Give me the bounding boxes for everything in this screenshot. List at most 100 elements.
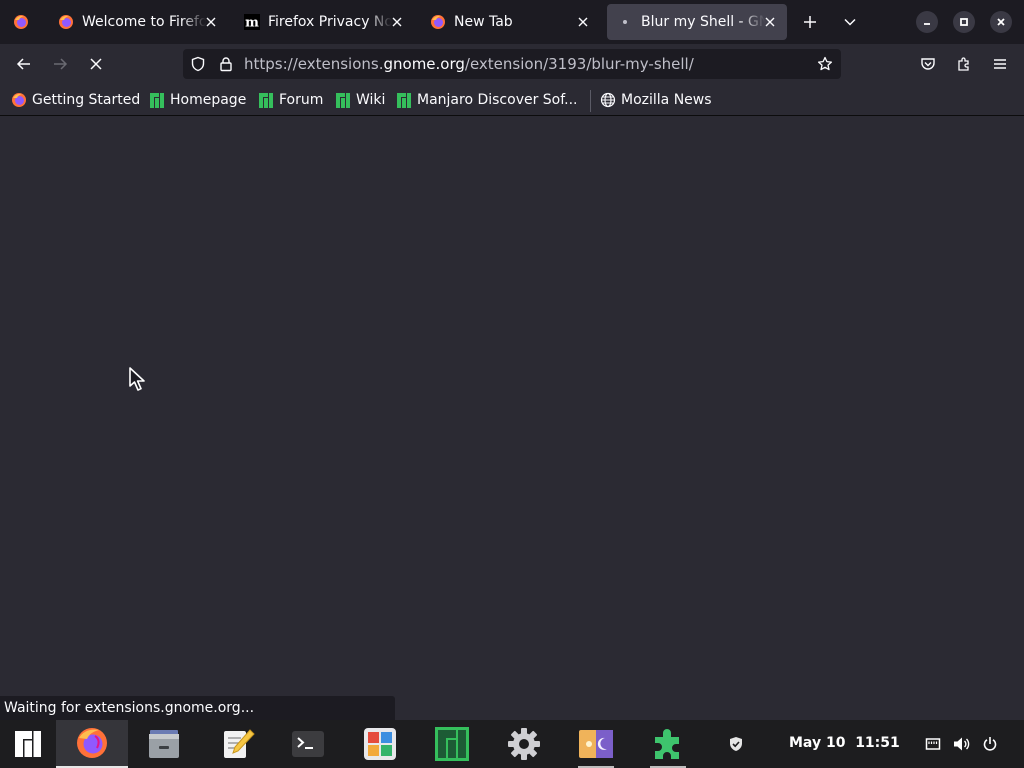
maximize-button[interactable] <box>953 11 975 33</box>
firefox-icon <box>14 15 28 29</box>
forward-arrow-icon <box>54 58 68 70</box>
globe-icon <box>600 92 616 108</box>
tab-label: Firefox Privacy Notice <box>268 14 392 30</box>
extensions-icon <box>655 729 679 759</box>
hamburger-menu-icon <box>994 59 1006 69</box>
vpn-shield-icon[interactable] <box>726 734 746 754</box>
bookmark-label: Getting Started <box>32 92 141 108</box>
tab-strip: Welcome to Firefox m Firefox Privacy Not… <box>0 0 1024 44</box>
taskbar-settings[interactable] <box>488 720 560 768</box>
clock-date: May 10 <box>789 735 846 751</box>
bookmark-manjaro-discover[interactable]: Manjaro Discover Sof... <box>396 90 578 110</box>
power-icon[interactable] <box>980 734 1000 754</box>
mozilla-m-icon: m <box>244 14 260 30</box>
activities-button[interactable] <box>0 720 56 768</box>
url-prefix: https://extensions. <box>244 55 384 73</box>
address-bar[interactable]: https://extensions.gnome.org/extension/3… <box>183 49 841 79</box>
tab-label: Blur my Shell - GNOME Shell Extensions <box>641 14 765 30</box>
taskbar-text-editor[interactable] <box>202 720 274 768</box>
close-icon[interactable] <box>388 13 406 31</box>
taskbar-extensions[interactable] <box>632 720 704 768</box>
tab-label: New Tab <box>454 14 513 30</box>
minimize-icon <box>924 23 930 25</box>
lock-icon[interactable] <box>217 55 235 73</box>
chevron-down-icon <box>844 18 856 26</box>
tab-blur-my-shell[interactable]: Blur my Shell - GNOME Shell Extensions <box>607 4 787 40</box>
stop-button[interactable] <box>82 50 110 78</box>
forward-button[interactable] <box>46 50 74 78</box>
stop-icon <box>90 58 102 70</box>
url-path: /extension/3193/blur-my-shell/ <box>464 55 694 73</box>
url-text[interactable]: https://extensions.gnome.org/extension/3… <box>244 55 694 73</box>
files-icon <box>149 730 179 758</box>
bookmark-homepage[interactable]: Homepage <box>149 90 246 110</box>
tab-privacy-notice[interactable]: m Firefox Privacy Notice <box>234 4 414 40</box>
svg-text:m: m <box>245 16 259 31</box>
new-tab-button[interactable] <box>796 8 824 36</box>
back-arrow-icon <box>16 58 30 70</box>
taskbar-theme-switcher[interactable] <box>560 720 632 768</box>
manjaro-icon <box>149 92 165 108</box>
mouse-pointer-icon <box>128 366 150 396</box>
taskbar: May 10 11:51 <box>0 720 1024 768</box>
status-panel: Waiting for extensions.gnome.org... <box>0 696 395 720</box>
bookmark-label: Wiki <box>356 92 386 108</box>
bookmark-label: Homepage <box>170 92 247 108</box>
bookmark-label: Manjaro Discover Sof... <box>417 92 578 108</box>
software-icon <box>364 728 396 760</box>
close-window-button[interactable] <box>990 11 1012 33</box>
network-wired-icon[interactable] <box>923 734 943 754</box>
volume-icon[interactable] <box>952 734 972 754</box>
restore-icon <box>960 18 968 26</box>
taskbar-software[interactable] <box>344 720 416 768</box>
tab-new-tab[interactable]: New Tab <box>420 4 600 40</box>
bookmark-label: Forum <box>279 92 324 108</box>
taskbar-files[interactable] <box>128 720 200 768</box>
taskbar-terminal[interactable] <box>272 720 344 768</box>
bookmark-star-icon[interactable] <box>816 55 834 73</box>
taskbar-firefox[interactable] <box>56 720 128 768</box>
list-all-tabs-button[interactable] <box>836 8 864 36</box>
text-editor-icon <box>224 729 255 758</box>
pocket-icon <box>921 58 935 70</box>
url-host: gnome.org <box>383 55 465 73</box>
manjaro-hello-icon <box>435 727 469 761</box>
bookmark-separator <box>590 90 591 112</box>
close-icon[interactable] <box>574 13 592 31</box>
app-menu-button[interactable] <box>986 50 1014 78</box>
extensions-button[interactable] <box>950 50 978 78</box>
firefox-icon <box>58 14 74 30</box>
navigation-toolbar: https://extensions.gnome.org/extension/3… <box>0 44 1024 84</box>
close-icon[interactable] <box>761 13 779 31</box>
firefox-view-button[interactable] <box>0 0 42 44</box>
firefox-icon <box>430 14 446 30</box>
bookmarks-toolbar: Getting Started Homepage Forum Wiki Manj… <box>0 84 1024 116</box>
back-button[interactable] <box>10 50 38 78</box>
manjaro-icon <box>335 92 351 108</box>
puzzle-icon <box>958 57 969 71</box>
manjaro-icon <box>396 92 412 108</box>
settings-icon <box>508 728 540 760</box>
loading-dot-icon <box>617 14 633 30</box>
clock[interactable]: May 10 11:51 <box>789 735 900 751</box>
tab-welcome[interactable]: Welcome to Firefox <box>48 4 228 40</box>
firefox-icon <box>11 92 27 108</box>
manjaro-icon <box>258 92 274 108</box>
tab-label: Welcome to Firefox <box>82 14 206 30</box>
plus-icon <box>804 16 816 28</box>
tracking-shield-icon[interactable] <box>189 55 207 73</box>
close-icon[interactable] <box>202 13 220 31</box>
terminal-icon <box>292 731 324 757</box>
pocket-button[interactable] <box>914 50 942 78</box>
bookmark-mozilla-news[interactable]: Mozilla News <box>600 90 712 110</box>
page-content-area[interactable] <box>0 117 1024 720</box>
bookmark-forum[interactable]: Forum <box>258 90 323 110</box>
bookmark-label: Mozilla News <box>621 92 712 108</box>
taskbar-manjaro-hello[interactable] <box>416 720 488 768</box>
bookmark-getting-started[interactable]: Getting Started <box>11 90 140 110</box>
firefox-icon <box>77 728 107 758</box>
minimize-button[interactable] <box>916 11 938 33</box>
theme-switcher-icon <box>579 730 613 758</box>
activities-icon <box>15 731 41 757</box>
bookmark-wiki[interactable]: Wiki <box>335 90 385 110</box>
